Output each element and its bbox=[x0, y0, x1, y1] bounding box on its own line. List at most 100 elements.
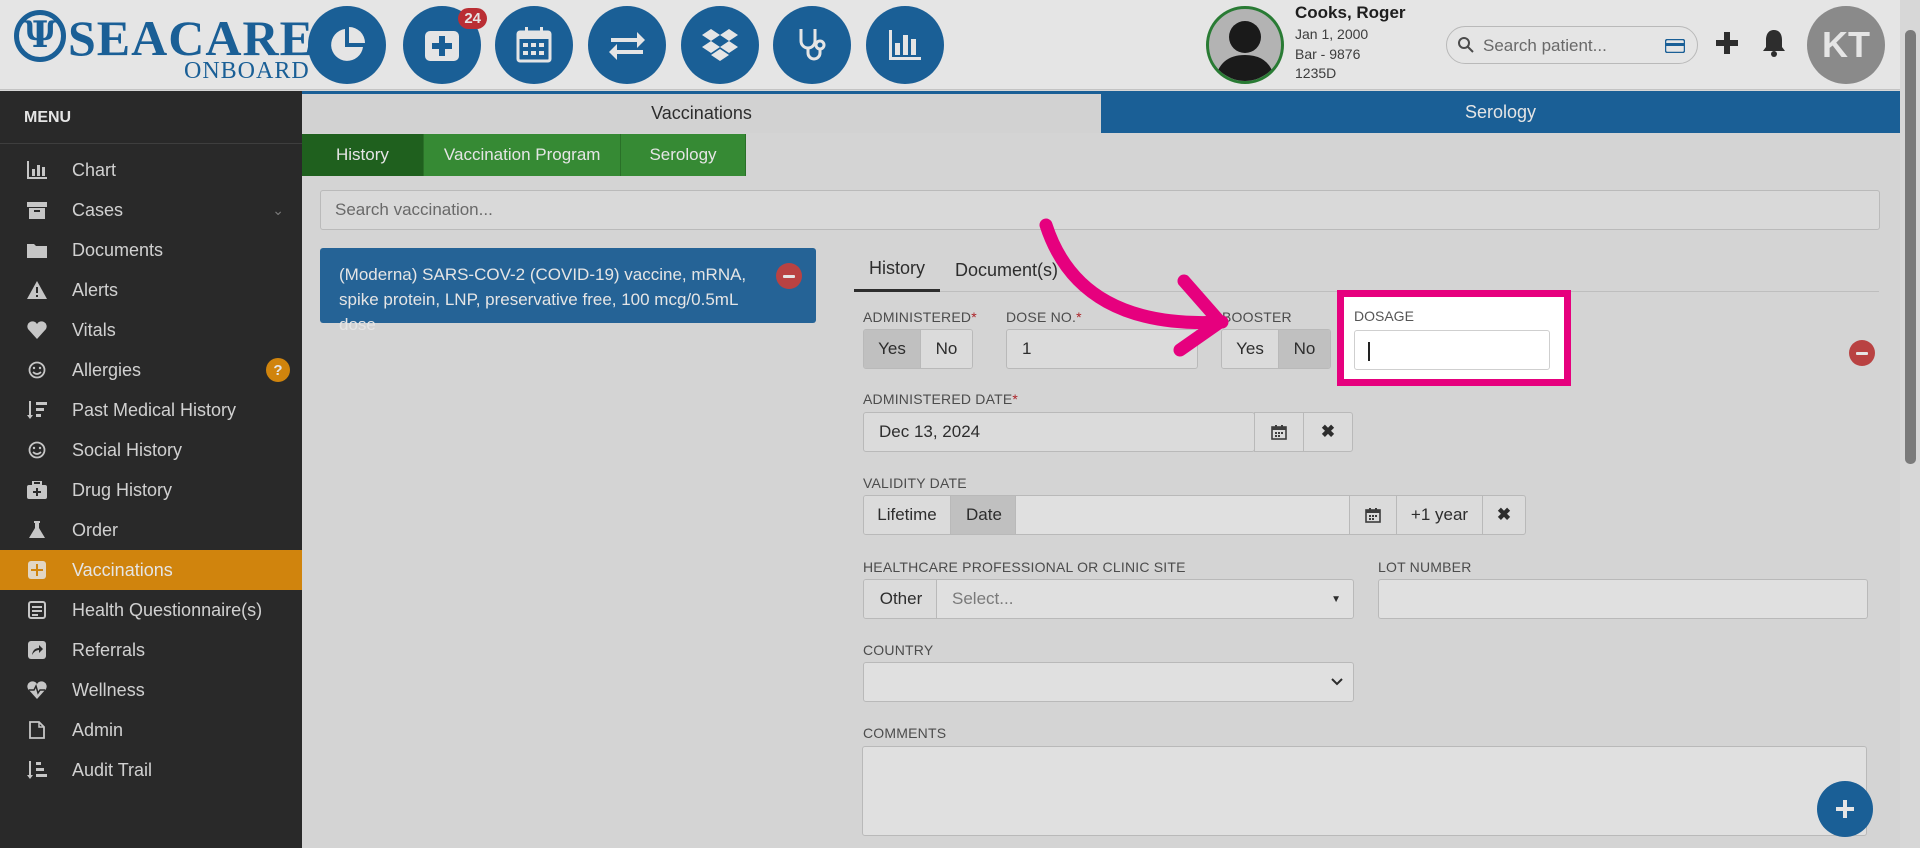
administered-no-button[interactable]: No bbox=[921, 330, 972, 368]
transfer-arrows-icon bbox=[609, 32, 645, 60]
sidebar-item-wellness[interactable]: Wellness bbox=[0, 670, 302, 710]
healthcare-other-group: Other bbox=[863, 579, 939, 619]
healthcare-other-button[interactable]: Other bbox=[864, 580, 938, 618]
vaccine-list-item[interactable]: (Moderna) SARS-COV-2 (COVID-19) vaccine,… bbox=[320, 248, 816, 334]
sort-icon bbox=[25, 401, 49, 419]
administered-toggle: Yes No bbox=[863, 329, 973, 369]
dashboard-button[interactable] bbox=[308, 6, 386, 84]
stethoscope-icon bbox=[799, 29, 826, 61]
healthcare-select[interactable]: Select... ▼ bbox=[936, 579, 1354, 619]
patient-name[interactable]: Cooks, Roger bbox=[1295, 3, 1406, 23]
calendar-picker-button[interactable] bbox=[1254, 412, 1304, 452]
bell-icon[interactable] bbox=[1761, 28, 1787, 58]
pie-chart-icon bbox=[331, 27, 365, 61]
sidebar-item-vaccinations[interactable]: Vaccinations bbox=[0, 550, 302, 590]
sidebar-item-chart[interactable]: Chart bbox=[0, 150, 302, 190]
plus-square-icon bbox=[25, 561, 49, 579]
validity-lifetime-button[interactable]: Lifetime bbox=[864, 496, 951, 534]
sidebar-item-social-history[interactable]: Social History bbox=[0, 430, 302, 470]
sidebar-item-admin[interactable]: Admin bbox=[0, 710, 302, 750]
medical-button[interactable] bbox=[773, 6, 851, 84]
add-vaccination-fab[interactable] bbox=[1817, 781, 1873, 837]
sidebar-item-allergies[interactable]: Allergies ? bbox=[0, 350, 302, 390]
booster-no-button[interactable]: No bbox=[1279, 330, 1330, 368]
top-bar: Ψ SEACARE ONBOARD 24 Cooks, Roger Jan 1,… bbox=[0, 0, 1900, 90]
patient-silhouette-icon bbox=[1215, 21, 1275, 81]
administered-yes-button[interactable]: Yes bbox=[864, 330, 921, 368]
subtab-history[interactable]: History bbox=[302, 134, 424, 176]
cases-count-badge: 24 bbox=[458, 8, 487, 29]
administered-date-field[interactable]: Dec 13, 2024 bbox=[863, 412, 1255, 452]
vaccination-search-input[interactable] bbox=[321, 191, 1879, 229]
sidebar-item-documents[interactable]: Documents bbox=[0, 230, 302, 270]
transfer-button[interactable] bbox=[588, 6, 666, 84]
administered-label: ADMINISTERED* bbox=[863, 309, 977, 325]
list-icon bbox=[25, 761, 49, 779]
sidebar-item-health-questionnaires[interactable]: Health Questionnaire(s) bbox=[0, 590, 302, 630]
id-card-icon[interactable] bbox=[1665, 39, 1685, 53]
flask-icon bbox=[25, 521, 49, 539]
dosage-input[interactable] bbox=[1354, 330, 1550, 370]
patient-search-input[interactable] bbox=[1483, 33, 1653, 59]
vaccine-name: (Moderna) SARS-COV-2 (COVID-19) vaccine,… bbox=[339, 265, 747, 334]
booster-yes-button[interactable]: Yes bbox=[1222, 330, 1279, 368]
sidebar-item-audit-trail[interactable]: Audit Trail bbox=[0, 750, 302, 790]
clear-validity-button[interactable]: ✖ bbox=[1482, 495, 1526, 535]
subtab-serology[interactable]: Serology bbox=[621, 134, 746, 176]
booster-toggle: Yes No bbox=[1221, 329, 1331, 369]
healthcare-select-value: Select... bbox=[952, 589, 1014, 608]
validity-toggle: Lifetime Date bbox=[863, 495, 1018, 535]
clear-date-button[interactable]: ✖ bbox=[1303, 412, 1353, 452]
scrollbar-thumb[interactable] bbox=[1905, 30, 1916, 464]
comments-textarea[interactable] bbox=[862, 746, 1867, 836]
patient-photo[interactable] bbox=[1206, 6, 1284, 84]
page-scrollbar[interactable] bbox=[1900, 0, 1920, 848]
caret-down-icon: ▼ bbox=[1331, 593, 1341, 605]
validity-calendar-button[interactable] bbox=[1349, 495, 1397, 535]
sidebar-item-label: Audit Trail bbox=[72, 759, 153, 780]
remove-entry-button[interactable] bbox=[1849, 340, 1875, 366]
sidebar-item-alerts[interactable]: Alerts bbox=[0, 270, 302, 310]
calendar-icon bbox=[516, 27, 552, 63]
patient-crew: Bar - 9876 bbox=[1295, 46, 1361, 62]
tab-history[interactable]: History bbox=[854, 248, 941, 292]
sidebar-item-label: Vitals bbox=[72, 319, 116, 340]
bar-chart-icon bbox=[889, 30, 921, 60]
reports-button[interactable] bbox=[866, 6, 944, 84]
patient-id: 1235D bbox=[1295, 65, 1337, 81]
share-icon bbox=[25, 641, 49, 659]
tab-documents[interactable]: Document(s) bbox=[940, 248, 1073, 292]
dosage-field-highlight: DOSAGE bbox=[1337, 290, 1571, 386]
sidebar-item-vitals[interactable]: Vitals bbox=[0, 310, 302, 350]
tab-vaccinations[interactable]: Vaccinations bbox=[302, 91, 1101, 133]
seacare-logo[interactable]: Ψ SEACARE ONBOARD bbox=[14, 8, 313, 84]
dose-no-field[interactable]: 1 bbox=[1006, 329, 1198, 369]
user-avatar[interactable]: KT bbox=[1807, 6, 1885, 84]
close-icon: ✖ bbox=[1320, 422, 1336, 441]
chevron-down-icon[interactable]: ⌄ bbox=[272, 202, 284, 219]
sidebar-item-drug-history[interactable]: Drug History bbox=[0, 470, 302, 510]
help-badge[interactable]: ? bbox=[266, 358, 290, 382]
sidebar-item-label: Documents bbox=[72, 239, 164, 260]
add-one-year-button[interactable]: +1 year bbox=[1396, 495, 1483, 535]
sidebar-item-referrals[interactable]: Referrals bbox=[0, 630, 302, 670]
validity-date-button[interactable]: Date bbox=[951, 496, 1017, 534]
subtab-vaccination-program[interactable]: Vaccination Program bbox=[423, 134, 622, 176]
sidebar-item-order[interactable]: Order bbox=[0, 510, 302, 550]
heartbeat-icon bbox=[25, 681, 49, 699]
sidebar-item-cases[interactable]: Cases ⌄ bbox=[0, 190, 302, 230]
remove-vaccine-button[interactable] bbox=[776, 263, 802, 289]
sidebar-item-label: Wellness bbox=[72, 679, 145, 700]
lot-number-input[interactable] bbox=[1378, 579, 1868, 619]
calendar-button[interactable] bbox=[495, 6, 573, 84]
add-icon[interactable] bbox=[1714, 30, 1740, 56]
validity-date-input[interactable] bbox=[1015, 495, 1350, 535]
cases-button[interactable]: 24 bbox=[403, 6, 487, 84]
tab-serology[interactable]: Serology bbox=[1101, 91, 1900, 133]
dropbox-button[interactable] bbox=[681, 6, 759, 84]
logo-subtitle: ONBOARD bbox=[184, 58, 310, 84]
comments-label: COMMENTS bbox=[863, 725, 947, 741]
country-select[interactable] bbox=[863, 662, 1354, 702]
sidebar-item-past-medical-history[interactable]: Past Medical History bbox=[0, 390, 302, 430]
chevron-down-icon bbox=[1331, 678, 1343, 686]
